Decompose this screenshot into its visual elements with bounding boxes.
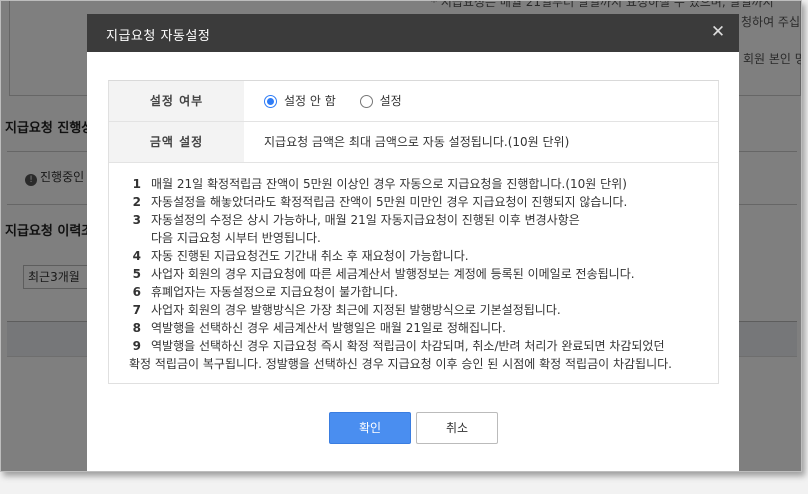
note-number xyxy=(109,229,151,247)
note-number: 8 xyxy=(132,321,141,335)
note-number: 1 xyxy=(132,177,141,191)
cancel-button[interactable]: 취소 xyxy=(416,412,498,444)
note-text: 자동설정의 수정은 상시 가능하나, 매월 21일 자동지급요청이 진행된 이후… xyxy=(151,213,580,227)
note-item: 2 자동설정을 해놓았더라도 확정적립금 잔액이 5만원 미만인 경우 지급요청이… xyxy=(109,193,718,211)
note-text: 역발행을 선택하신 경우 지급요청 즉시 확정 적립금이 차감되며, 취소/반려… xyxy=(151,339,665,353)
note-text: 확정 적립금이 복구됩니다. 정발행을 선택하신 경우 지급요청 이후 승인 된… xyxy=(129,357,672,371)
note-item: 8 역발행을 선택하신 경우 세금계산서 발행일은 매월 21일로 정해집니다. xyxy=(109,319,718,337)
note-number: 2 xyxy=(132,195,141,209)
amount-value: 지급요청 금액은 최대 금액으로 자동 설정됩니다.(10원 단위) xyxy=(264,135,570,149)
note-item: 1 매월 21일 확정적립금 잔액이 5만원 이상인 경우 자동으로 지급요청을 … xyxy=(109,175,718,193)
amount-row: 금액 설정 지급요청 금액은 최대 금액으로 자동 설정됩니다.(10원 단위) xyxy=(109,122,718,163)
radio-label: 설정 안 함 xyxy=(284,94,336,108)
close-icon[interactable]: ✕ xyxy=(709,23,727,41)
modal-title: 지급요청 자동설정 xyxy=(106,29,211,44)
note-number: 7 xyxy=(132,303,141,317)
note-item: 다음 지급요청 시부터 반영됩니다. xyxy=(109,229,718,247)
radio-icon xyxy=(359,94,373,108)
auto-setting-modal: 지급요청 자동설정 ✕ 설정 여부 설정 안 함 설정 금액 설정 지급요청 금… xyxy=(87,14,739,471)
note-item: 5 사업자 회원의 경우 지급요청에 따른 세금계산서 발행정보는 계정에 등록된… xyxy=(109,265,718,283)
note-item: 3 자동설정의 수정은 상시 가능하나, 매월 21일 자동지급요청이 진행된 이… xyxy=(109,211,718,229)
note-number: 5 xyxy=(132,267,141,281)
radio-setting-off[interactable]: 설정 안 함 xyxy=(264,81,336,121)
note-number: 4 xyxy=(132,249,141,263)
notes-list: 1 매월 21일 확정적립금 잔액이 5만원 이상인 경우 자동으로 지급요청을 … xyxy=(109,163,718,384)
page-frame: * 지급요청은 매월 21일부터 말일까지 요청하실 수 있으며, 말일까지 청… xyxy=(0,0,802,472)
note-item: 6 휴폐업자는 자동설정으로 지급요청이 불가합니다. xyxy=(109,283,718,301)
note-text: 매월 21일 확정적립금 잔액이 5만원 이상인 경우 자동으로 지급요청을 진… xyxy=(151,177,627,191)
radio-label: 설정 xyxy=(379,94,402,108)
note-item: 4 자동 진행된 지급요청건도 기간내 취소 후 재요청이 가능합니다. xyxy=(109,247,718,265)
note-item: 7 사업자 회원의 경우 발행방식은 가장 최근에 지정된 발행방식으로 기본설정… xyxy=(109,301,718,319)
note-number: 9 xyxy=(132,339,141,353)
amount-label: 금액 설정 xyxy=(109,122,244,162)
note-text: 자동설정을 해놓았더라도 확정적립금 잔액이 5만원 미만인 경우 지급요청이 … xyxy=(151,195,628,209)
radio-setting-on[interactable]: 설정 xyxy=(359,81,402,121)
confirm-button[interactable]: 확인 xyxy=(329,412,411,444)
setting-table: 설정 여부 설정 안 함 설정 금액 설정 지급요청 금액은 최대 금액으로 자… xyxy=(108,80,719,384)
note-number: 6 xyxy=(132,285,141,299)
radio-icon xyxy=(264,94,277,108)
note-text: 다음 지급요청 시부터 반영됩니다. xyxy=(151,231,321,245)
setting-row: 설정 여부 설정 안 함 설정 xyxy=(109,81,718,122)
note-text: 사업자 회원의 경우 발행방식은 가장 최근에 지정된 발행방식으로 기본설정됩… xyxy=(151,303,561,317)
note-number: 3 xyxy=(132,213,141,227)
setting-options: 설정 안 함 설정 xyxy=(244,81,718,121)
modal-header: 지급요청 자동설정 ✕ xyxy=(87,14,739,52)
note-text: 자동 진행된 지급요청건도 기간내 취소 후 재요청이 가능합니다. xyxy=(151,249,469,263)
note-item: 9 역발행을 선택하신 경우 지급요청 즉시 확정 적립금이 차감되며, 취소/반… xyxy=(109,337,718,355)
setting-label: 설정 여부 xyxy=(109,81,244,121)
note-text: 역발행을 선택하신 경우 세금계산서 발행일은 매월 21일로 정해집니다. xyxy=(151,321,506,335)
note-text: 사업자 회원의 경우 지급요청에 따른 세금계산서 발행정보는 계정에 등록된 … xyxy=(151,267,635,281)
note-continuation: 확정 적립금이 복구됩니다. 정발행을 선택하신 경우 지급요청 이후 승인 된… xyxy=(109,355,718,373)
note-text: 휴폐업자는 자동설정으로 지급요청이 불가합니다. xyxy=(151,285,399,299)
